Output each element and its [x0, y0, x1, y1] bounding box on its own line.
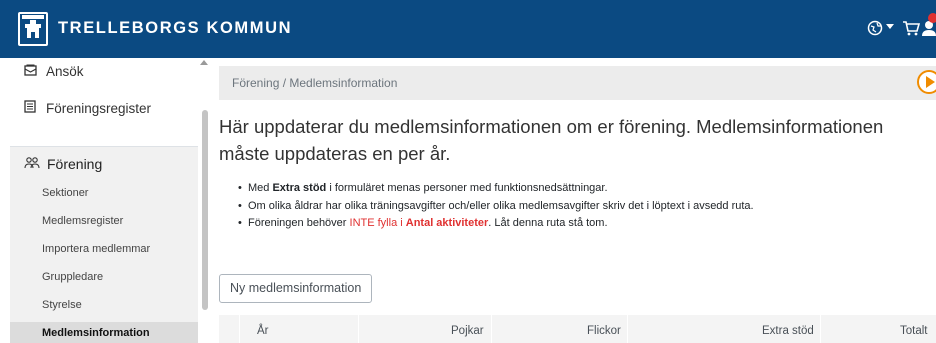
- top-navbar: TRELLEBORGS KOMMUN: [0, 0, 936, 58]
- column-separator: [358, 315, 359, 343]
- sidebar-item-medlemsinformation[interactable]: Medlemsinformation: [42, 327, 150, 339]
- sidebar-item-sektioner[interactable]: Sektioner: [42, 187, 88, 199]
- sidebar-divider: [10, 146, 198, 147]
- chevron-down-icon[interactable]: [886, 24, 894, 29]
- sidebar-scrollbar-thumb[interactable]: [202, 110, 208, 310]
- coat-of-arms-logo[interactable]: [18, 12, 48, 46]
- column-header-extra-stod[interactable]: Extra stöd: [762, 325, 814, 337]
- column-separator: [239, 315, 240, 343]
- column-separator: [820, 315, 821, 343]
- info-list: Med Extra stöd i formuläret menas person…: [238, 180, 754, 233]
- sidebar-item-importera-medlemmar[interactable]: Importera medlemmar: [42, 243, 150, 255]
- brand-title[interactable]: TRELLEBORGS KOMMUN: [58, 19, 292, 38]
- users-icon: [24, 157, 40, 172]
- sidebar-item-gruppledare[interactable]: Gruppledare: [42, 271, 103, 283]
- column-separator: [491, 315, 492, 343]
- list-icon: [24, 100, 38, 116]
- page-heading: Här uppdaterar du medlemsinformationen o…: [219, 116, 884, 164]
- sidebar-item-label: Föreningsregister: [46, 101, 152, 116]
- breadcrumb[interactable]: Förening / Medlemsinformation: [232, 76, 397, 90]
- table-header: År Pojkar Flickor Extra stöd Totalt: [219, 315, 936, 343]
- list-item: Med Extra stöd i formuläret menas person…: [238, 180, 754, 198]
- sidebar-item-styrelse[interactable]: Styrelse: [42, 299, 82, 311]
- column-header-flickor[interactable]: Flickor: [587, 325, 621, 337]
- notification-badge: [928, 13, 936, 23]
- cart-icon[interactable]: [902, 20, 921, 41]
- breadcrumb-bar: Förening / Medlemsinformation: [219, 66, 936, 100]
- sidebar-item-foreningsregister[interactable]: Föreningsregister: [24, 100, 151, 116]
- sidebar-group-label: Förening: [47, 156, 103, 172]
- list-item: Föreningen behöver INTE fylla i Antal ak…: [238, 215, 754, 233]
- sidebar-item-label: Ansök: [46, 64, 84, 79]
- globe-icon[interactable]: [867, 20, 883, 41]
- envelope-icon: [24, 64, 38, 79]
- column-header-ar[interactable]: År: [257, 325, 269, 337]
- play-icon[interactable]: [917, 70, 936, 94]
- user-icon[interactable]: [922, 20, 936, 41]
- sidebar-item-medlemsregister[interactable]: Medlemsregister: [42, 215, 123, 227]
- column-header-totalt[interactable]: Totalt: [900, 325, 928, 337]
- scroll-up-arrow-icon[interactable]: [200, 60, 208, 65]
- sidebar-group-forening[interactable]: Förening: [24, 156, 102, 172]
- sidebar-item-ansok[interactable]: Ansök: [24, 64, 84, 79]
- column-separator: [627, 315, 628, 343]
- new-member-info-button[interactable]: Ny medlemsinformation: [219, 274, 373, 303]
- list-item: Om olika åldrar har olika träningsavgift…: [238, 198, 754, 216]
- column-header-pojkar[interactable]: Pojkar: [451, 325, 484, 337]
